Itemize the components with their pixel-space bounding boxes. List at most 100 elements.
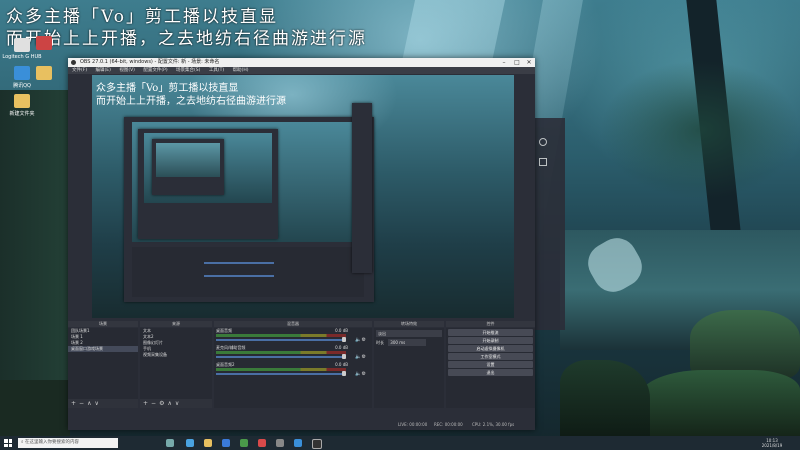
cpu-fps: CPU: 2.1%, 30.00 fps — [472, 422, 515, 427]
qq-icon[interactable] — [294, 439, 302, 447]
volume-slider[interactable] — [216, 356, 344, 358]
source-label: 手机 — [143, 346, 151, 351]
source-item[interactable]: 视频采集设备 — [140, 352, 212, 358]
mixer-channel: 桌面音频 0.0 dB 🔈⚙ — [214, 328, 372, 345]
menu-bar: 文件(F) 编辑(E) 视图(V) 配置文件(P) 场景集合(S) 工具(T) … — [68, 67, 535, 74]
taskbar-search[interactable]: ⌕ 在这里输入你要搜索的内容 — [18, 438, 118, 448]
desktop-icon-app[interactable] — [24, 36, 64, 52]
start-streaming-button[interactable]: 开始推流 — [448, 329, 533, 336]
duration-label: 时长 — [376, 340, 384, 345]
menu-scene-collection[interactable]: 场景集合(S) — [176, 68, 200, 73]
minus-icon[interactable]: − — [151, 400, 156, 407]
preview-caption-line-2: 而开始上上开播，之去地纺右径曲游进行源 — [96, 96, 286, 107]
volume-slider-knob[interactable] — [342, 337, 346, 342]
preview-canvas[interactable]: 众多主播「Vo」剪工播以技直显 而开始上上开播，之去地纺右径曲游进行源 — [92, 75, 514, 318]
mixer-panel-header: 混音器 — [214, 321, 372, 327]
app-icon[interactable] — [258, 439, 266, 447]
obs-window: OBS 27.0.1 (64-bit, windows) - 配置文件: 新 -… — [68, 58, 535, 430]
channel-db: 0.0 dB — [335, 328, 348, 333]
arrow-up-icon[interactable]: ∧ — [167, 400, 171, 407]
app-icon — [36, 36, 52, 50]
source-label: 文本2 — [143, 334, 154, 339]
folder-icon — [36, 66, 52, 80]
file-explorer-icon[interactable] — [204, 439, 212, 447]
background-obs-window[interactable] — [535, 118, 565, 330]
gear-icon[interactable]: ⚙ — [159, 400, 164, 407]
source-label: 视频采集设备 — [143, 352, 167, 357]
volume-slider[interactable] — [216, 373, 344, 375]
mixer-channel: 麦克风/辅助音频 0.0 dB 🔈⚙ — [214, 345, 372, 362]
background-window-icon-2 — [539, 158, 547, 166]
status-bar: LIVE: 00:00:00 REC: 00:00:00 CPU: 2.1%, … — [68, 420, 535, 430]
desktop-icon-label: 新建文件夹 — [9, 111, 35, 117]
edge-icon[interactable] — [186, 439, 194, 447]
start-recording-button[interactable]: 开始录制 — [448, 337, 533, 344]
arrow-up-icon[interactable]: ∧ — [87, 400, 91, 407]
studio-mode-button[interactable]: 工作室模式 — [448, 353, 533, 360]
scene-item-selected[interactable]: 桌面窗口游戏场景 — [68, 346, 138, 352]
volume-meter — [216, 368, 346, 371]
plus-icon[interactable]: + — [143, 400, 148, 407]
desktop-icon-new-folder[interactable]: 新建文件夹 — [2, 94, 42, 117]
scenes-dock: 团队场景1 场景 1 场景 2 桌面窗口游戏场景 + − ∧ ∨ — [68, 328, 138, 408]
menu-profile[interactable]: 配置文件(P) — [143, 68, 167, 73]
mixer-dock: 桌面音频 0.0 dB 🔈⚙ 麦克风/辅助音频 0.0 dB 🔈⚙ 桌面音频2 … — [214, 328, 372, 408]
menu-view[interactable]: 视图(V) — [119, 68, 135, 73]
arrow-down-icon[interactable]: ∨ — [175, 400, 179, 407]
exit-button[interactable]: 退出 — [448, 369, 533, 376]
close-icon[interactable]: ✕ — [523, 58, 535, 67]
plus-icon[interactable]: + — [71, 400, 76, 407]
speaker-icon[interactable]: 🔈⚙ — [355, 337, 366, 343]
volume-slider-knob[interactable] — [342, 354, 346, 359]
app-icon[interactable] — [276, 439, 284, 447]
taskbar: ⌕ 在这里输入你要搜索的内容 10:13 2021/8/19 — [0, 436, 800, 450]
title-bar[interactable]: OBS 27.0.1 (64-bit, windows) - 配置文件: 新 -… — [68, 58, 535, 67]
nested-preview-3 — [152, 139, 224, 195]
menu-file[interactable]: 文件(F) — [72, 68, 87, 73]
desktop-icon-label: Logitech G HUB — [2, 54, 42, 60]
menu-help[interactable]: 帮助(H) — [233, 68, 249, 73]
obs-logo-icon — [71, 60, 76, 65]
speaker-icon[interactable]: 🔈⚙ — [355, 354, 366, 360]
maximize-icon[interactable]: □ — [511, 58, 523, 67]
rec-timer: REC: 00:00:00 — [434, 422, 463, 427]
desktop-icon-folder[interactable] — [24, 66, 64, 82]
task-view-icon[interactable] — [166, 439, 174, 447]
scenes-panel-header: 场景 — [68, 321, 138, 327]
app-icon[interactable] — [240, 439, 248, 447]
volume-meter — [216, 351, 346, 354]
speaker-icon[interactable]: 🔈⚙ — [355, 371, 366, 377]
sources-dock: 文本 文本2 图像幻灯片 手机 视频采集设备 + − ⚙ ∧ ∨ — [140, 328, 212, 408]
controls-dock: 开始推流 开始录制 启动虚拟摄像机 工作室模式 设置 退出 — [446, 328, 535, 408]
windows-start-icon[interactable] — [4, 439, 12, 447]
obs-logo-icon[interactable] — [312, 439, 322, 449]
virtual-camera-button[interactable]: 启动虚拟摄像机 — [448, 345, 533, 352]
transitions-dock: 淡出 时长 300 ms — [374, 328, 444, 408]
volume-meter — [216, 334, 346, 337]
settings-button[interactable]: 设置 — [448, 361, 533, 368]
minus-icon[interactable]: − — [79, 400, 84, 407]
nested-preview-2 — [138, 129, 278, 239]
folder-icon — [14, 94, 30, 108]
minimize-icon[interactable]: – — [498, 58, 510, 67]
window-title: OBS 27.0.1 (64-bit, windows) - 配置文件: 新 -… — [80, 59, 220, 65]
desktop-icon-label: 腾讯QQ — [13, 83, 31, 89]
clock-date: 2021/8/19 — [761, 443, 783, 448]
volume-slider[interactable] — [216, 339, 344, 341]
store-icon[interactable] — [222, 439, 230, 447]
transition-select[interactable]: 淡出 — [376, 330, 442, 337]
controls-panel-header: 控件 — [446, 321, 535, 327]
sources-toolbar: + − ⚙ ∧ ∨ — [140, 399, 212, 408]
nested-side-panel — [352, 103, 372, 273]
transition-duration: 时长 300 ms — [376, 339, 442, 346]
system-clock[interactable]: 10:13 2021/8/19 — [752, 438, 792, 448]
volume-slider-knob[interactable] — [342, 371, 346, 376]
background-window-icon — [539, 138, 547, 146]
sources-panel-header: 来源 — [140, 321, 212, 327]
duration-input[interactable]: 300 ms — [388, 339, 427, 346]
scenes-toolbar: + − ∧ ∨ — [68, 399, 138, 408]
menu-edit[interactable]: 编辑(E) — [96, 68, 111, 73]
menu-tools[interactable]: 工具(T) — [209, 68, 224, 73]
search-icon: ⌕ — [21, 440, 24, 445]
arrow-down-icon[interactable]: ∨ — [94, 400, 98, 407]
